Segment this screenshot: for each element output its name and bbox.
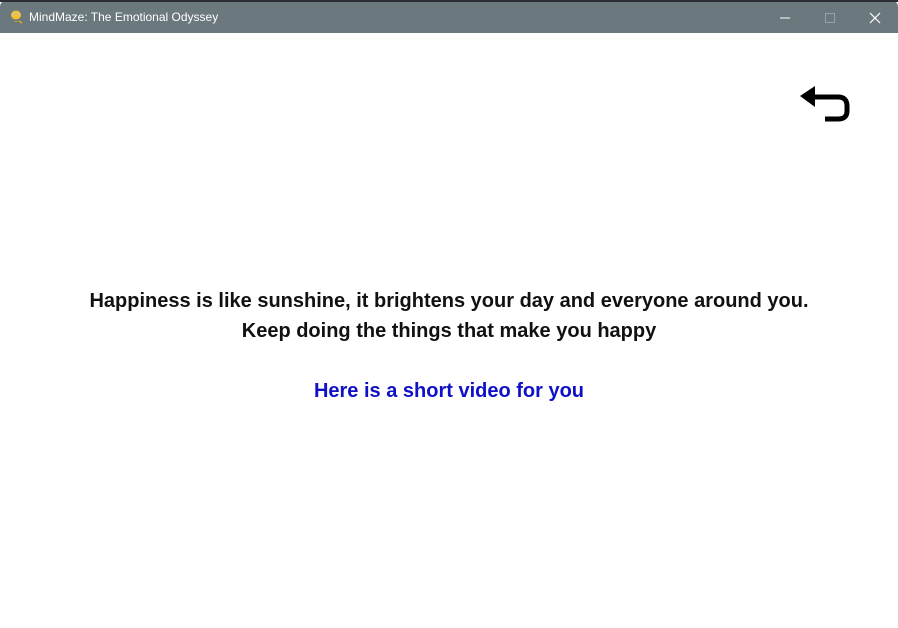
close-icon (869, 12, 881, 24)
python-snake-icon (11, 10, 23, 24)
video-link[interactable]: Here is a short video for you (314, 380, 584, 402)
message-line-1: Happiness is like sunshine, it brightens… (89, 290, 809, 312)
back-button[interactable] (798, 83, 852, 125)
app-window: MindMaze: The Emotional Odyssey Happines… (0, 0, 898, 628)
maximize-icon (825, 13, 835, 23)
title-bar[interactable]: MindMaze: The Emotional Odyssey (0, 0, 898, 33)
main-content: Happiness is like sunshine, it brightens… (0, 33, 898, 628)
message-line-2: Keep doing the things that make you happ… (241, 320, 657, 342)
close-button[interactable] (852, 2, 898, 33)
return-arrow-icon (800, 86, 850, 122)
minimize-icon (780, 17, 790, 19)
maximize-button[interactable] (807, 2, 853, 33)
minimize-button[interactable] (762, 2, 808, 33)
video-link-row: Here is a short video for you (0, 379, 898, 403)
window-title: MindMaze: The Emotional Odyssey (29, 10, 219, 24)
